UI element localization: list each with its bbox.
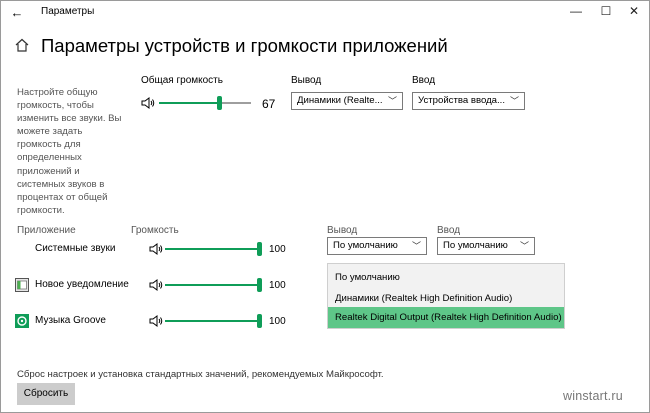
close-button[interactable]: ✕ [619,1,649,23]
input-column-header: Ввод [437,225,461,236]
app-output-dropdown[interactable]: По умолчанию ﹀ [327,237,427,255]
output-dropdown-menu: По умолчанию Динамики (Realtek High Defi… [327,263,565,329]
app-input-dropdown[interactable]: По умолчанию ﹀ [437,237,535,255]
slider-thumb[interactable] [257,278,262,292]
settings-window: ← Параметры — ☐ ✕ Параметры устройств и … [0,0,650,413]
title-bar: ← Параметры — ☐ ✕ [1,1,649,25]
master-volume-label: Общая громкость [141,75,223,86]
speaker-icon[interactable] [149,243,163,255]
home-icon[interactable] [15,38,29,52]
master-volume-value: 67 [262,97,276,111]
maximize-button[interactable]: ☐ [591,1,621,23]
slider-fill [159,102,217,104]
output-column-header: Вывод [327,225,358,236]
slider-fill [165,248,257,250]
notification-app-icon [15,278,29,292]
app-column-header: Приложение [17,225,76,236]
input-device-dropdown[interactable]: Устройства ввода... ﹀ [412,92,525,110]
back-arrow-icon[interactable]: ← [7,3,27,23]
app-name: Новое уведомление [35,279,129,290]
chevron-down-icon: ﹀ [519,241,529,251]
master-volume-slider[interactable] [159,96,251,110]
slider-thumb[interactable] [257,314,262,328]
app-volume-slider[interactable] [165,314,262,328]
chevron-down-icon: ﹀ [411,241,421,251]
app-volume-value: 100 [269,244,286,255]
app-output-value: По умолчанию [333,240,398,251]
menu-item-default[interactable]: По умолчанию [328,267,564,288]
speaker-icon[interactable] [149,315,163,327]
page-title: Параметры устройств и громкости приложен… [41,35,448,56]
chevron-down-icon: ﹀ [509,96,519,106]
output-label: Вывод [291,75,322,86]
watermark: winstart.ru [563,389,623,403]
slider-thumb[interactable] [257,242,262,256]
output-device-dropdown[interactable]: Динамики (Realte... ﹀ [291,92,403,110]
speaker-icon[interactable] [149,279,163,291]
volume-column-header: Громкость [131,225,179,236]
speaker-icon[interactable] [141,97,155,109]
window-title: Параметры [41,6,95,17]
chevron-down-icon: ﹀ [387,96,397,106]
output-device-value: Динамики (Realte... [297,95,383,106]
app-volume-value: 100 [269,280,286,291]
menu-item-speakers[interactable]: Динамики (Realtek High Definition Audio) [328,288,564,309]
slider-thumb[interactable] [217,96,222,110]
app-volume-value: 100 [269,316,286,327]
reset-button[interactable]: Сбросить [17,383,75,405]
app-name: Системные звуки [35,243,116,254]
page-description: Настройте общую громкость, чтобы изменит… [17,87,122,216]
menu-item-digital-output[interactable]: Realtek Digital Output (Realtek High Def… [328,307,564,328]
slider-fill [165,320,257,322]
reset-description: Сброс настроек и установка стандартных з… [17,369,384,380]
input-label: Ввод [412,75,436,86]
input-device-value: Устройства ввода... [418,95,505,106]
app-volume-slider[interactable] [165,278,262,292]
groove-music-icon [15,314,29,328]
minimize-button[interactable]: — [561,1,591,23]
app-name: Музыка Groove [35,315,106,326]
app-volume-slider[interactable] [165,242,262,256]
slider-fill [165,284,257,286]
app-input-value: По умолчанию [443,240,508,251]
